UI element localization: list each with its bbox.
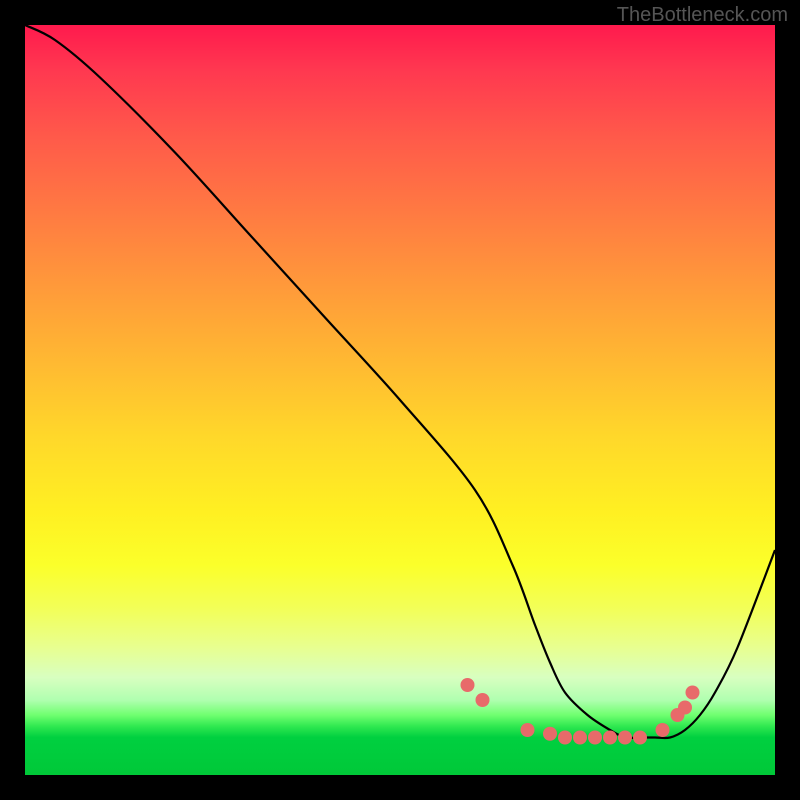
marker-point [543, 727, 557, 741]
marker-point [521, 723, 535, 737]
marker-point [573, 731, 587, 745]
marker-point [678, 701, 692, 715]
marker-point [603, 731, 617, 745]
marker-point [633, 731, 647, 745]
marker-point [656, 723, 670, 737]
watermark-text: TheBottleneck.com [617, 4, 788, 27]
marker-point [618, 731, 632, 745]
chart-svg [25, 25, 775, 775]
marker-point [476, 693, 490, 707]
bottleneck-curve [25, 25, 775, 738]
marker-point [461, 678, 475, 692]
marker-point [588, 731, 602, 745]
highlight-markers [461, 678, 700, 745]
plot-area [25, 25, 775, 775]
marker-point [558, 731, 572, 745]
marker-point [686, 686, 700, 700]
